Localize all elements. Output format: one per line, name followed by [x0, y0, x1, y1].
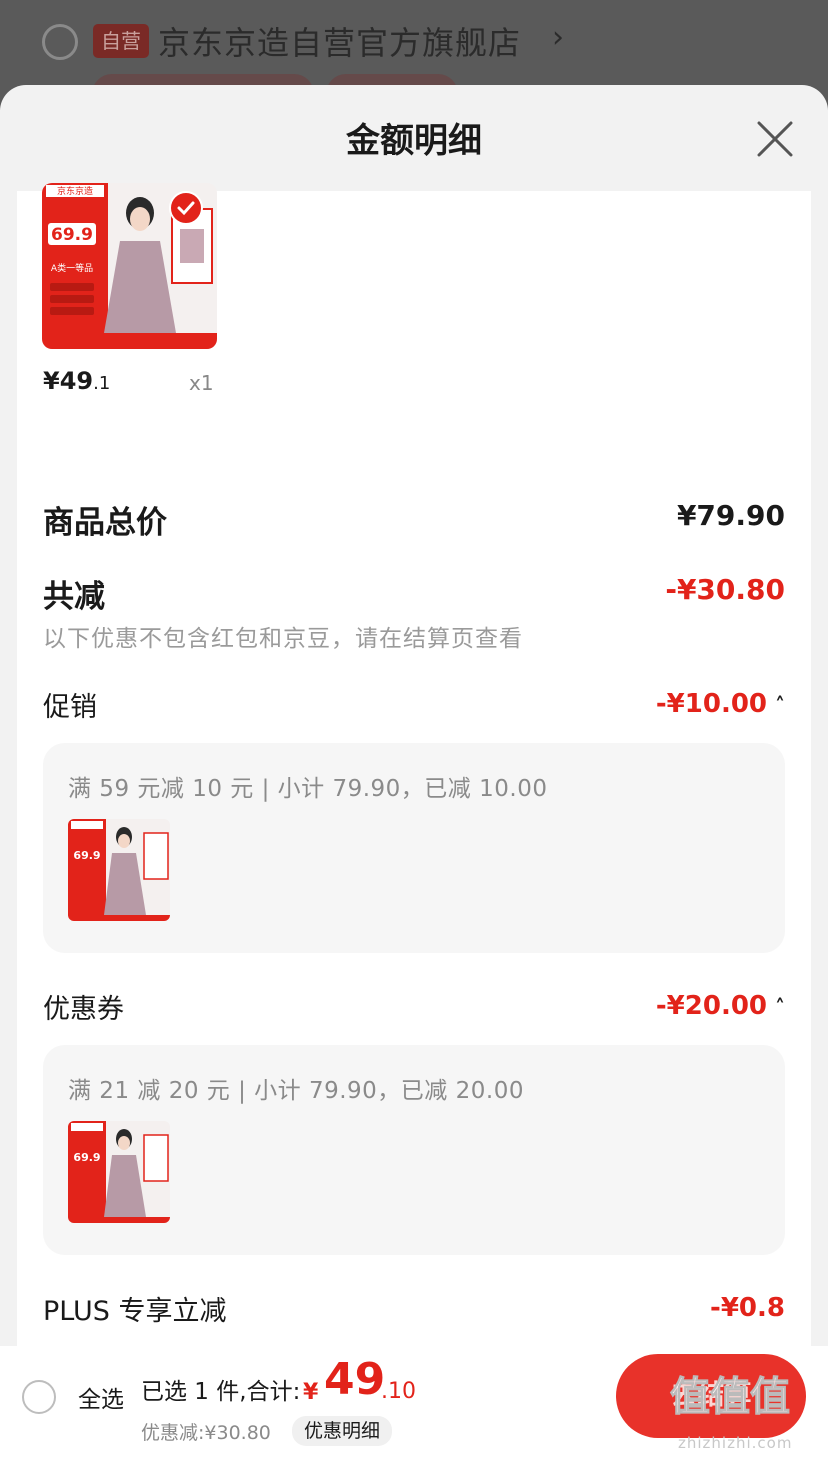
product-price: ¥49.1	[43, 367, 111, 395]
plus-discount-label: PLUS 专享立减	[43, 1296, 227, 1327]
plus-discount-value: -¥0.8	[710, 1293, 785, 1323]
discount-note: 以下优惠不包含红包和京豆，请在结算页查看	[43, 626, 523, 652]
coupon-detail-text: 满 21 减 20 元 | 小计 79.90，已减 20.00	[68, 1078, 524, 1104]
promotion-toggle[interactable]: -¥10.00 ˄	[656, 689, 785, 719]
amount-detail-sheet: 金额明细 京东京造 69.9 A类一等品 ¥49.1 x1 商品总价 ¥79.9…	[0, 85, 828, 1464]
coupon-toggle[interactable]: -¥20.00 ˄	[656, 991, 785, 1021]
total-price-value: ¥79.90	[676, 499, 785, 532]
sheet-title: 金额明细	[346, 121, 482, 161]
coupon-product-thumbnail[interactable]: 69.9	[68, 1121, 170, 1223]
svg-text:69.9: 69.9	[73, 1151, 100, 1164]
chevron-up-icon: ˄	[775, 995, 785, 1019]
total-price-label: 商品总价	[43, 505, 167, 541]
promotion-detail-text: 满 59 元减 10 元 | 小计 79.90，已减 10.00	[68, 776, 548, 802]
selected-check-icon[interactable]	[169, 191, 203, 225]
breakdown-card: 商品总价 ¥79.90 共减 -¥30.80 以下优惠不包含红包和京豆，请在结算…	[17, 459, 811, 1464]
discount-summary: 优惠减:¥30.80	[141, 1422, 271, 1444]
svg-text:A类一等品: A类一等品	[51, 262, 93, 274]
promotion-label: 促销	[43, 692, 97, 723]
discount-detail-button[interactable]: 优惠明细	[292, 1416, 393, 1446]
total-reduce-label: 共减	[43, 579, 105, 615]
total-currency: ¥	[303, 1380, 319, 1405]
svg-text:京东京造: 京东京造	[57, 185, 93, 197]
coupon-detail-box: 满 21 减 20 元 | 小计 79.90，已减 20.00 69.9	[43, 1045, 785, 1255]
svg-text:值值值: 值值值	[670, 1374, 790, 1420]
promotion-detail-box: 满 59 元减 10 元 | 小计 79.90，已减 10.00 69.9	[43, 743, 785, 953]
svg-text:69.9: 69.9	[51, 225, 93, 245]
watermark-text: zhizhizhi.com	[678, 1434, 793, 1452]
total-amount-dec: .10	[381, 1379, 416, 1404]
close-icon[interactable]	[756, 120, 794, 158]
self-operated-tag: 自营	[93, 24, 149, 58]
select-all-label[interactable]: 全选	[78, 1380, 124, 1414]
store-name: 京东京造自营官方旗舰店	[158, 24, 522, 62]
product-quantity: x1	[189, 371, 214, 395]
promotion-value: -¥10.00	[655, 689, 767, 719]
chevron-up-icon: ˄	[775, 693, 785, 717]
store-select-radio	[42, 24, 78, 60]
coupon-value: -¥20.00	[655, 991, 767, 1021]
chevron-right-icon: ›	[552, 20, 564, 55]
select-all-radio[interactable]	[22, 1380, 56, 1414]
selected-summary: 已选 1 件,合计:	[141, 1379, 301, 1405]
promotion-product-thumbnail[interactable]: 69.9	[68, 819, 170, 921]
total-reduce-value: -¥30.80	[665, 573, 785, 606]
svg-text:69.9: 69.9	[73, 849, 100, 862]
watermark-logo-icon: 值值值	[670, 1374, 791, 1421]
coupon-label: 优惠券	[43, 994, 124, 1025]
total-amount-int: 49	[324, 1354, 386, 1405]
